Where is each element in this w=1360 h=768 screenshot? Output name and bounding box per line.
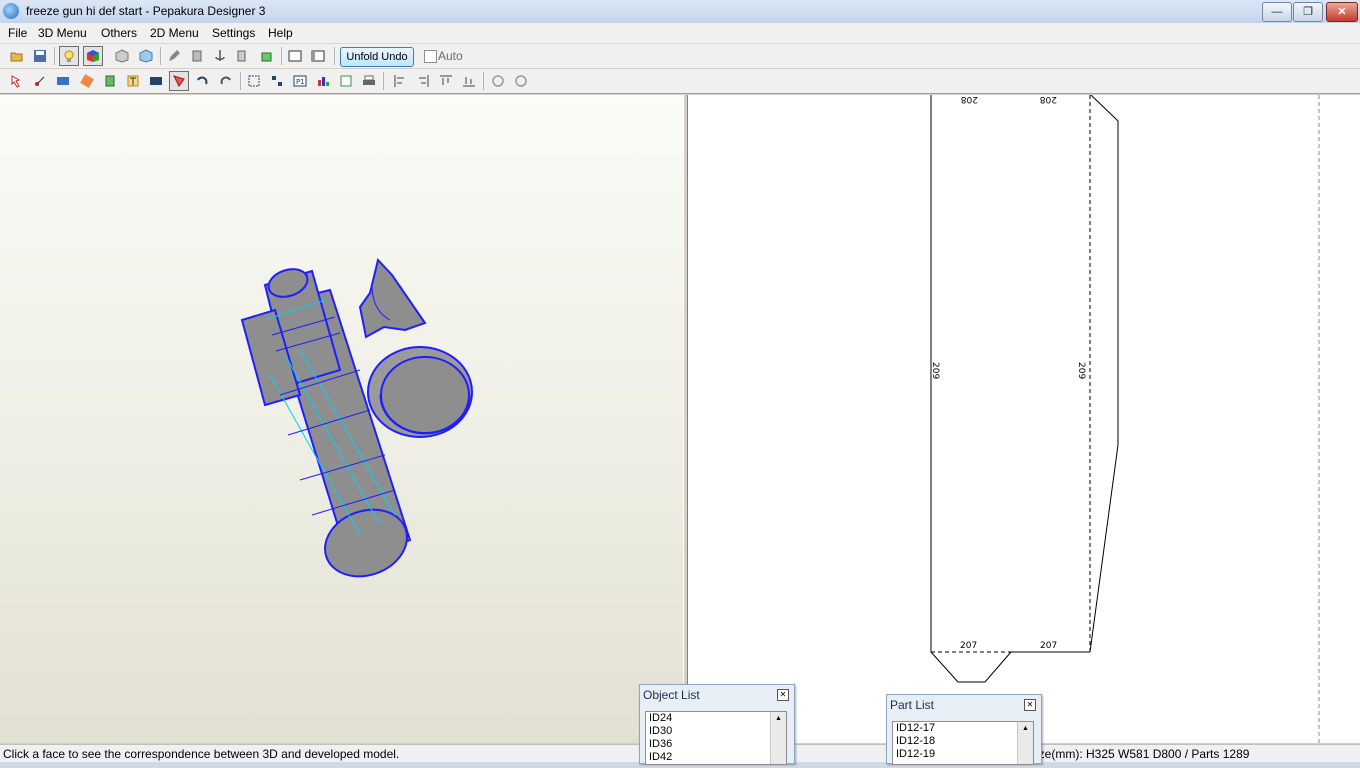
edge-label-bottom-left: 207 [960,641,977,651]
print-preview-icon[interactable] [336,71,356,91]
window-title: freeze gun hi def start - Pepakura Desig… [26,4,266,18]
align-left-icon[interactable] [390,71,410,91]
secondary-toolbar: P1 [0,69,1360,94]
part-list-title: Part List [890,698,935,712]
minimize-button[interactable]: — [1262,2,1292,22]
menu-file[interactable]: File [8,26,27,40]
menu-3d[interactable]: 3D Menu [38,26,87,40]
close-button[interactable]: ✕ [1326,2,1358,22]
align-top-icon[interactable] [436,71,456,91]
redo-icon[interactable] [216,71,236,91]
pattern-sheet[interactable]: 208 208 209 209 207 207 [688,94,1360,743]
part-list-item[interactable]: ID12-17 [893,722,1033,735]
object-list-item[interactable]: ID42 [646,751,786,764]
object-list[interactable]: ID24 ID30 ID36 ID42 ▲ [645,711,787,765]
object-list-item[interactable]: ID36 [646,738,786,751]
maximize-button[interactable]: ❐ [1293,2,1323,22]
part-list-item[interactable]: ID12-18 [893,735,1033,748]
text-icon[interactable] [123,71,143,91]
status-size: ize(mm): H325 W581 D800 / Parts 1289 [1036,747,1250,761]
rotate-left-90-icon[interactable] [488,71,508,91]
edge-label-left: 209 [930,362,940,379]
arrange-icon[interactable] [267,71,287,91]
edge-label-top-right: 208 [1040,95,1057,104]
app-icon[interactable] [3,3,19,19]
window-icon[interactable] [285,46,305,66]
cube-icon[interactable] [112,46,132,66]
rotate-right-90-icon[interactable] [511,71,531,91]
part-list-close-icon[interactable]: ✕ [1024,699,1036,711]
page-number-icon[interactable]: P1 [290,71,310,91]
auto-checkbox[interactable] [424,50,437,63]
object-list-item[interactable]: ID30 [646,725,786,738]
edge-label-right: 209 [1076,362,1086,379]
auto-label: Auto [438,49,463,63]
print-icon[interactable] [359,71,379,91]
pencil-icon[interactable] [164,46,184,66]
parts-icon[interactable] [100,71,120,91]
texture-cube-icon[interactable] [83,46,103,66]
menu-bar: File 3D Menu Others 2D Menu Settings Hel… [0,23,1360,44]
edge-label-bottom-right: 207 [1040,641,1057,651]
3d-model[interactable] [0,95,683,743]
part-list-scrollbar[interactable]: ▲ [1017,722,1033,764]
menu-2d[interactable]: 2D Menu [150,26,199,40]
cube-blue-icon[interactable] [136,46,156,66]
scroll-up-icon[interactable]: ▲ [1018,722,1033,736]
object-list-scrollbar[interactable]: ▲ [770,712,786,764]
anchor-icon[interactable] [210,46,230,66]
object-list-window[interactable]: Object List ✕ ID24 ID30 ID36 ID42 ▲ [639,684,795,765]
film-icon[interactable] [53,71,73,91]
menu-help[interactable]: Help [268,26,293,40]
part-list-window[interactable]: Part List ✕ ID12-17 ID12-18 ID12-19 ▲ [886,694,1042,765]
open-file-icon[interactable] [7,46,27,66]
object-list-item[interactable]: ID24 [646,712,786,725]
title-bar: freeze gun hi def start - Pepakura Desig… [0,0,1360,24]
align-right-icon[interactable] [413,71,433,91]
part-list-item[interactable]: ID12-19 [893,748,1033,761]
image-icon[interactable] [146,71,166,91]
main-toolbar: Unfold Undo Auto [0,44,1360,68]
edge-label-top-left: 208 [961,95,978,104]
cylinder-icon[interactable] [187,46,207,66]
align-bottom-icon[interactable] [459,71,479,91]
undo-icon[interactable] [192,71,212,91]
edit-3d-icon[interactable] [257,46,277,66]
object-list-close-icon[interactable]: ✕ [777,689,789,701]
scroll-up-icon[interactable]: ▲ [771,712,786,726]
menu-others[interactable]: Others [101,26,137,40]
menu-settings[interactable]: Settings [212,26,255,40]
layout-icon[interactable] [244,71,264,91]
rotate-parts-icon[interactable] [77,71,97,91]
save-icon[interactable] [30,46,50,66]
chart-icon[interactable] [313,71,333,91]
object-list-title: Object List [643,688,700,702]
svg-text:P1: P1 [296,78,305,86]
unfold-icon[interactable] [169,71,189,91]
join-icon[interactable] [30,71,50,91]
window-alt-icon[interactable] [308,46,328,66]
part-list[interactable]: ID12-17 ID12-18 ID12-19 ▲ [892,721,1034,765]
select-icon[interactable] [7,71,27,91]
light-bulb-icon[interactable] [59,46,79,66]
unfold-undo-button[interactable]: Unfold Undo [340,47,414,67]
2d-view[interactable]: 208 208 209 209 207 207 [688,94,1360,743]
3d-view[interactable] [0,95,684,743]
status-message: Click a face to see the correspondence b… [3,747,400,761]
flap-icon[interactable] [233,46,253,66]
